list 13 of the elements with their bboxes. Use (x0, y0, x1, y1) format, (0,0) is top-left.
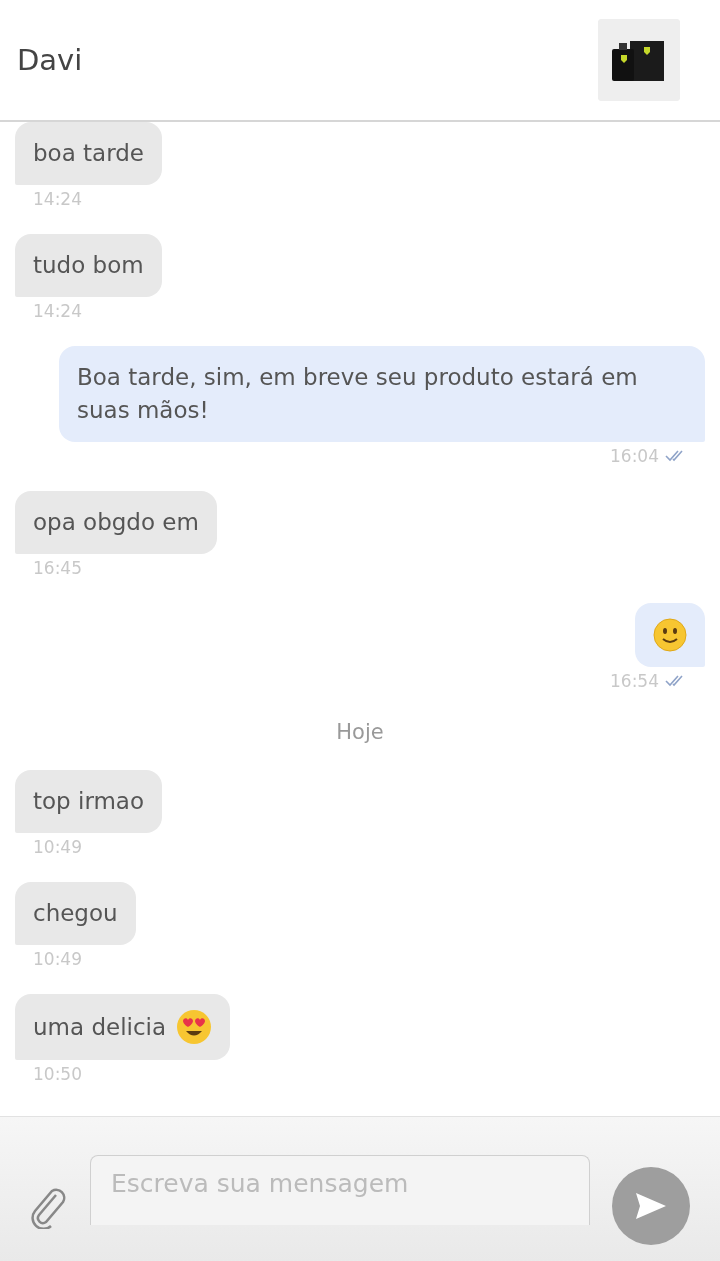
received-message: opa obgdo em (15, 491, 217, 554)
received-message: chegou (15, 882, 136, 945)
smiley-icon (653, 618, 687, 652)
received-message: boa tarde (15, 122, 162, 185)
contact-name: Davi (17, 43, 83, 77)
sent-message: Boa tarde, sim, em breve seu produto estará em suas mãos! (59, 346, 705, 442)
heart-eyes-icon (176, 1009, 213, 1045)
send-icon (634, 1191, 668, 1221)
message-input[interactable]: Escreva sua mensagem (90, 1155, 590, 1225)
received-message: tudo bom (15, 234, 162, 297)
received-message: top irmao (15, 770, 162, 833)
received-message: uma delicia (15, 994, 231, 1060)
date-divider: Hoje (336, 720, 384, 744)
